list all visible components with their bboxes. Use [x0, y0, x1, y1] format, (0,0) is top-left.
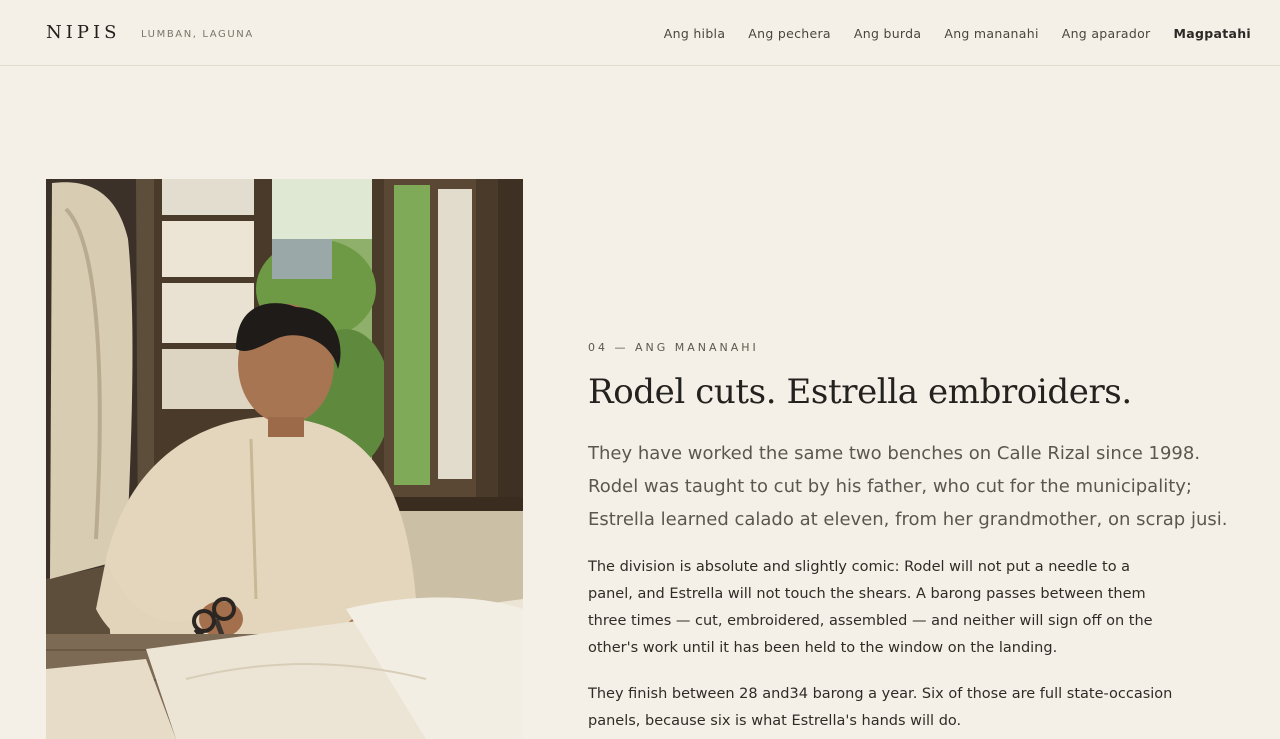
brand-location: LUMBAN, LAGUNA	[141, 29, 254, 40]
nav-link-ang-aparador[interactable]: Ang aparador	[1062, 26, 1151, 41]
section-eyebrow: 04 — ANG MANANAHI	[588, 341, 759, 354]
nav-link-ang-burda[interactable]: Ang burda	[854, 26, 921, 41]
article-paragraph: They finish between 28 and34 barong a ye…	[588, 686, 1173, 729]
nav-link-ang-pechera[interactable]: Ang pechera	[748, 26, 831, 41]
article-lede: They have worked the same two benches on…	[588, 443, 1228, 530]
article-paragraph: The division is absolute and slightly co…	[588, 559, 1153, 656]
nav-link-magpatahi[interactable]: Magpatahi	[1174, 26, 1252, 41]
main-nav: Ang hibla Ang pechera Ang burda Ang mana…	[664, 26, 1251, 41]
article-title: Rodel cuts. Estrella embroiders.	[588, 372, 1132, 412]
nav-link-ang-hibla[interactable]: Ang hibla	[664, 26, 726, 41]
tailor-illustration	[46, 179, 523, 739]
brand-logo[interactable]: NIPIS	[46, 22, 120, 43]
site-header: NIPIS LUMBAN, LAGUNA Ang hibla Ang peche…	[0, 0, 1280, 66]
tailor-photo	[46, 179, 523, 739]
nav-link-ang-mananahi[interactable]: Ang mananahi	[944, 26, 1038, 41]
